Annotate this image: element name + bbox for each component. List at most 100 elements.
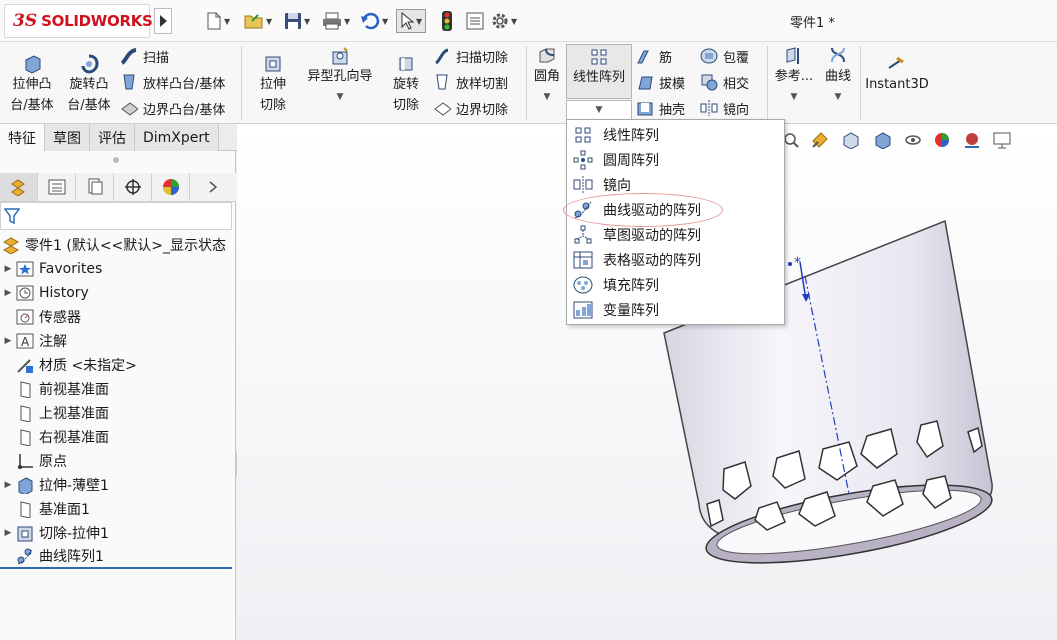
reference-dropdown-icon[interactable]: ▼ — [791, 87, 798, 108]
tree-item-origin[interactable]: 原点 — [0, 449, 67, 473]
tree-root-part[interactable]: 零件1 (默认<<默认>_显示状态 — [2, 233, 226, 257]
tree-item-top-plane[interactable]: 上视基准面 — [0, 401, 109, 425]
loft-boss-button[interactable]: 放样凸台/基体 — [120, 70, 225, 94]
menu-item-sketch-driven-pattern[interactable]: 草图驱动的阵列 — [573, 223, 778, 247]
fillet-dropdown-icon[interactable]: ▼ — [544, 87, 551, 108]
tree-root-label: 零件1 (默认<<默认>_显示状态 — [25, 238, 227, 254]
boundary-boss-label: 边界凸台/基体 — [143, 102, 226, 118]
curves-dropdown-icon[interactable]: ▼ — [835, 87, 842, 108]
sweep-button[interactable]: 扫描 — [120, 44, 169, 68]
tree-item-favorites[interactable]: ▶ Favorites — [0, 257, 103, 281]
origin-icon — [18, 454, 33, 469]
display-style-icon[interactable] — [873, 131, 893, 149]
linear-pattern-button[interactable]: 线性阵列 — [566, 44, 632, 99]
loft-boss-icon — [123, 74, 135, 90]
options-gear-icon[interactable]: ▼ — [491, 9, 517, 33]
tab-sketch[interactable]: 草图 — [45, 124, 90, 151]
view-settings-monitor-icon[interactable] — [993, 131, 1011, 149]
tree-item-label: 切除-拉伸1 — [39, 526, 109, 542]
solidworks-logo[interactable]: 3S SOLIDWORKS — [4, 4, 153, 38]
tree-item-history[interactable]: ▶ History — [0, 281, 89, 305]
property-manager-tab-icon[interactable] — [38, 173, 76, 201]
tree-item-label: 前视基准面 — [39, 382, 109, 398]
draft-button[interactable]: 拔模 — [636, 70, 685, 94]
tree-filter-box[interactable] — [0, 202, 232, 230]
display-manager-tab-icon[interactable] — [152, 173, 190, 201]
select-cursor-icon[interactable]: ▼ — [396, 9, 427, 33]
tree-item-sensors[interactable]: 传感器 — [0, 305, 81, 329]
mirror-button[interactable]: 镜向 — [700, 96, 749, 120]
feature-manager-tab-icon[interactable] — [0, 173, 38, 201]
instant3d-button[interactable]: Instant3D — [864, 54, 930, 95]
open-document-icon[interactable]: ▼ — [244, 9, 272, 33]
loft-boss-label: 放样凸台/基体 — [143, 76, 226, 92]
tab-evaluate[interactable]: 评估 — [90, 124, 135, 151]
apply-scene-icon[interactable] — [963, 131, 981, 149]
revolve-cut-icon — [399, 57, 413, 71]
rib-button[interactable]: 筋 — [636, 44, 672, 68]
tree-item-label: 材质 <未指定> — [39, 358, 137, 374]
tree-item-cut-extrude1[interactable]: ▶ 切除-拉伸1 — [0, 521, 109, 545]
panel-grip-icon[interactable] — [113, 157, 119, 163]
tree-item-right-plane[interactable]: 右视基准面 — [0, 425, 109, 449]
tree-item-label: 注解 — [39, 334, 67, 350]
wrap-button[interactable]: 包覆 — [700, 44, 749, 68]
menu-expand-icon[interactable] — [154, 8, 172, 34]
undo-icon[interactable]: ▼ — [360, 9, 388, 33]
menu-item-circular-pattern[interactable]: 圆周阵列 — [573, 148, 778, 172]
print-icon[interactable]: ▼ — [322, 9, 350, 33]
sweep-cut-icon — [435, 48, 449, 65]
loft-cut-button[interactable]: 放样切割 — [433, 70, 508, 94]
panel-more-chevron-icon[interactable] — [190, 173, 236, 201]
tab-features[interactable]: 特征 — [0, 124, 45, 151]
menu-item-table-driven-pattern[interactable]: 表格驱动的阵列 — [573, 248, 778, 272]
section-view-icon[interactable] — [811, 131, 829, 149]
boundary-cut-icon — [434, 102, 451, 116]
extrude-cut-button[interactable]: 拉伸切除 — [248, 54, 298, 116]
menu-item-label: 填充阵列 — [603, 278, 659, 294]
curves-button[interactable]: 曲线 ▼ — [820, 46, 856, 108]
new-document-icon[interactable]: ▼ — [206, 9, 230, 33]
tree-item-front-plane[interactable]: 前视基准面 — [0, 377, 109, 401]
tree-item-annotations[interactable]: ▶ A 注解 — [0, 329, 67, 353]
linear-pattern-dropdown-toggle[interactable]: ▼ — [566, 100, 632, 120]
boundary-cut-button[interactable]: 边界切除 — [433, 96, 508, 120]
filter-funnel-icon — [4, 208, 20, 224]
shell-button[interactable]: 抽壳 — [636, 96, 685, 120]
extrude-boss-button[interactable]: 拉伸凸台/基体 — [6, 54, 58, 116]
menu-item-linear-pattern[interactable]: 线性阵列 — [573, 123, 778, 147]
linear-pattern-icon — [575, 127, 591, 143]
boundary-boss-button[interactable]: 边界凸台/基体 — [120, 96, 225, 120]
fillet-button[interactable]: 圆角 ▼ — [530, 46, 564, 108]
rib-icon — [637, 50, 649, 64]
file-properties-icon[interactable] — [466, 9, 484, 33]
tree-item-curve-pattern1[interactable]: 曲线阵列1 — [0, 545, 232, 569]
tree-item-material[interactable]: 材质 <未指定> — [0, 353, 137, 377]
sweep-cut-button[interactable]: 扫描切除 — [433, 44, 508, 68]
menu-item-fill-pattern[interactable]: 填充阵列 — [573, 273, 778, 297]
reference-geometry-button[interactable]: 参考... ▼ — [772, 46, 816, 108]
menu-item-mirror[interactable]: 镜向 — [573, 173, 778, 197]
tree-item-plane1[interactable]: 基准面1 — [0, 497, 90, 521]
favorites-star-icon — [16, 261, 34, 277]
configuration-manager-tab-icon[interactable] — [76, 173, 114, 201]
zoom-icon[interactable] — [783, 132, 799, 148]
curves-label: 曲线 — [824, 69, 851, 84]
tab-dimxpert[interactable]: DimXpert — [135, 124, 219, 151]
revolve-boss-button[interactable]: 旋转凸台/基体 — [63, 54, 115, 116]
hide-show-items-icon[interactable] — [905, 132, 921, 148]
menu-item-label: 草图驱动的阵列 — [603, 228, 701, 244]
dimxpert-manager-tab-icon[interactable] — [114, 173, 152, 201]
intersect-button[interactable]: 相交 — [700, 70, 749, 94]
rebuild-traffic-light-icon[interactable] — [442, 9, 452, 33]
hole-wizard-button[interactable]: 异型孔向导 ▼ — [302, 46, 378, 108]
tree-item-extrude-thin1[interactable]: ▶ 拉伸-薄壁1 — [0, 473, 109, 497]
revolve-cut-button[interactable]: 旋转切除 — [383, 54, 429, 116]
menu-item-label: 线性阵列 — [603, 128, 659, 144]
hole-wizard-dropdown-icon[interactable]: ▼ — [337, 87, 344, 108]
fill-pattern-icon — [573, 276, 593, 294]
save-icon[interactable]: ▼ — [284, 9, 310, 33]
edit-appearance-icon[interactable] — [933, 131, 951, 149]
menu-item-variable-pattern[interactable]: 变量阵列 — [573, 298, 778, 322]
view-orientation-icon[interactable] — [841, 131, 861, 149]
